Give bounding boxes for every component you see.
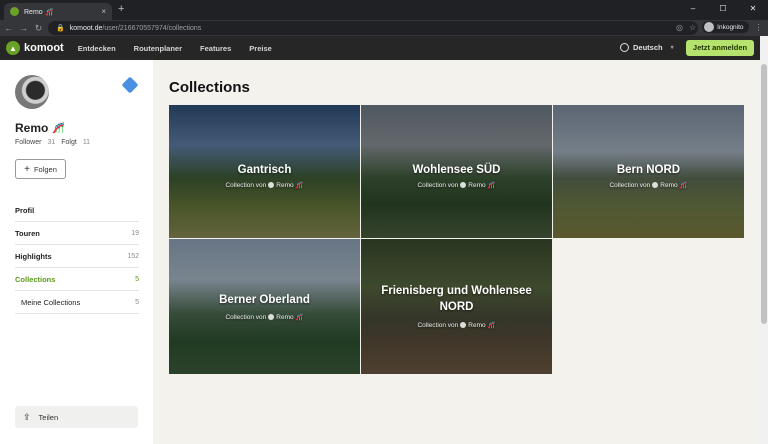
address-toolbar: ← → ↻ 🔒 komoot.de /user/216670557974/col…: [0, 20, 768, 36]
menu-item-label: Highlights: [15, 251, 52, 261]
komoot-favicon-icon: [10, 7, 19, 16]
following-label[interactable]: Folgt: [61, 139, 77, 146]
star-bookmark-icon[interactable]: ☆: [689, 23, 696, 32]
profile-name: Remo 🎢: [15, 121, 65, 135]
kebab-menu-icon[interactable]: ⋮: [755, 23, 763, 32]
collection-byline: Collection von Remo 🎢: [417, 322, 496, 329]
collection-byline: Collection von Remo 🎢: [225, 182, 304, 189]
collection-author: Remo 🎢: [276, 182, 304, 189]
share-icon: ⇪: [23, 411, 31, 422]
collection-author: Remo 🎢: [468, 182, 496, 189]
menu-item-collections[interactable]: Collections 5: [15, 268, 139, 291]
browser-tabbar: Remo 🎢 × + – ☐ ✕: [0, 0, 768, 20]
close-window-button[interactable]: ✕: [738, 0, 768, 20]
forward-arrow-icon[interactable]: →: [17, 23, 30, 33]
follow-label: Folgen: [33, 164, 57, 174]
author-avatar-icon: [268, 314, 275, 320]
reload-icon[interactable]: ↻: [32, 23, 45, 34]
page-scrollbar[interactable]: [760, 36, 768, 444]
plus-icon: +: [24, 163, 30, 175]
logo-text: komoot: [24, 42, 64, 54]
collection-title: Bern NORD: [616, 164, 681, 176]
tab-close-icon[interactable]: ×: [101, 7, 106, 16]
author-avatar-icon: [652, 182, 659, 188]
menu-item-count: 152: [127, 252, 139, 260]
nav-features[interactable]: Features: [200, 44, 231, 53]
collection-byline: Collection von Remo 🎢: [225, 314, 304, 321]
profile-menu: Profil Touren 19 Highlights 152 Collecti…: [15, 199, 139, 314]
collection-byline: Collection von Remo 🎢: [417, 182, 496, 189]
menu-item-label: Collections: [15, 274, 56, 284]
nav-entdecken[interactable]: Entdecken: [78, 44, 116, 53]
profile-sidebar: Remo 🎢 Follower 31 Folgt 11 + Folgen Profil…: [0, 60, 153, 444]
komoot-logo-icon: ▲: [6, 41, 20, 55]
nav-routenplaner[interactable]: Routenplaner: [134, 44, 182, 53]
follower-label[interactable]: Follower: [15, 139, 41, 146]
menu-item-count: 5: [135, 298, 139, 306]
share-label: Teilen: [38, 412, 59, 422]
collection-card[interactable]: Wohlensee SÜD Collection von Remo 🎢: [361, 105, 552, 238]
komoot-logo[interactable]: ▲ komoot: [6, 41, 64, 55]
window-controls: – ☐ ✕: [678, 0, 768, 20]
collection-title: Frienisberg und Wohlensee NORD: [381, 285, 532, 313]
incognito-label: Inkognito: [717, 23, 744, 31]
new-tab-button[interactable]: +: [118, 3, 124, 15]
site-header: ▲ komoot Entdecken Routenplaner Features…: [0, 36, 760, 60]
avatar[interactable]: [15, 75, 49, 109]
language-selector[interactable]: Deutsch ▾: [620, 43, 674, 52]
menu-item-count: 5: [135, 275, 139, 283]
url-host: komoot.de: [69, 24, 103, 32]
maximize-button[interactable]: ☐: [708, 0, 738, 20]
globe-icon: [620, 43, 629, 52]
premium-badge-icon: [121, 76, 139, 94]
share-button[interactable]: ⇪ Teilen: [15, 406, 138, 428]
chevron-down-icon: ▾: [670, 45, 674, 51]
collection-card[interactable]: Frienisberg und Wohlensee NORD Collectio…: [361, 239, 552, 374]
profile-name-text: Remo: [15, 121, 49, 135]
collection-title: Gantrisch: [237, 164, 292, 176]
collection-author: Remo 🎢: [660, 182, 688, 189]
language-label: Deutsch: [633, 43, 663, 52]
menu-item-meine-collections[interactable]: Meine Collections 5: [15, 291, 139, 314]
toolbar-right: ◎ ☆ Inkognito ⋮: [676, 21, 763, 33]
incognito-badge[interactable]: Inkognito: [702, 21, 749, 33]
menu-item-label: Touren: [15, 228, 40, 238]
follow-button[interactable]: + Folgen: [15, 159, 66, 179]
follow-stats: Follower 31 Folgt 11: [15, 139, 96, 146]
collection-card[interactable]: Gantrisch Collection von Remo 🎢: [169, 105, 360, 238]
collection-author: Remo 🎢: [468, 322, 496, 329]
lock-icon: 🔒: [56, 25, 65, 32]
collection-title: Berner Oberland: [219, 294, 310, 306]
menu-item-highlights[interactable]: Highlights 152: [15, 245, 139, 268]
follower-count: 31: [47, 139, 56, 146]
rollercoaster-emoji-icon: 🎢: [52, 122, 65, 134]
author-avatar-icon: [268, 182, 275, 188]
url-path: /user/216670557974/collections: [102, 24, 202, 32]
menu-item-count: 19: [131, 229, 139, 237]
menu-item-label: Meine Collections: [21, 297, 81, 307]
page-title: Collections: [169, 79, 250, 96]
menu-item-profil[interactable]: Profil: [15, 199, 139, 222]
collection-card[interactable]: Berner Oberland Collection von Remo 🎢: [169, 239, 360, 374]
back-arrow-icon[interactable]: ←: [2, 23, 15, 33]
signup-button[interactable]: Jetzt anmelden: [686, 40, 754, 56]
nav-preise[interactable]: Preise: [249, 44, 272, 53]
collection-title: Wohlensee SÜD: [412, 164, 501, 176]
collection-card[interactable]: Bern NORD Collection von Remo 🎢: [553, 105, 744, 238]
collection-author: Remo 🎢: [276, 314, 304, 321]
scrollbar-thumb[interactable]: [761, 64, 767, 324]
menu-item-label: Profil: [15, 205, 35, 215]
tab-title: Remo 🎢: [24, 8, 54, 16]
author-avatar-icon: [460, 182, 467, 188]
following-count: 11: [82, 139, 91, 146]
browser-tab[interactable]: Remo 🎢 ×: [4, 3, 112, 20]
minimize-button[interactable]: –: [678, 0, 708, 20]
menu-item-touren[interactable]: Touren 19: [15, 222, 139, 245]
incognito-icon: [704, 22, 715, 32]
eye-off-icon[interactable]: ◎: [676, 23, 683, 32]
author-avatar-icon: [460, 322, 467, 328]
collection-byline: Collection von Remo 🎢: [609, 182, 688, 189]
url-bar[interactable]: 🔒 komoot.de /user/216670557974/collectio…: [48, 21, 698, 35]
